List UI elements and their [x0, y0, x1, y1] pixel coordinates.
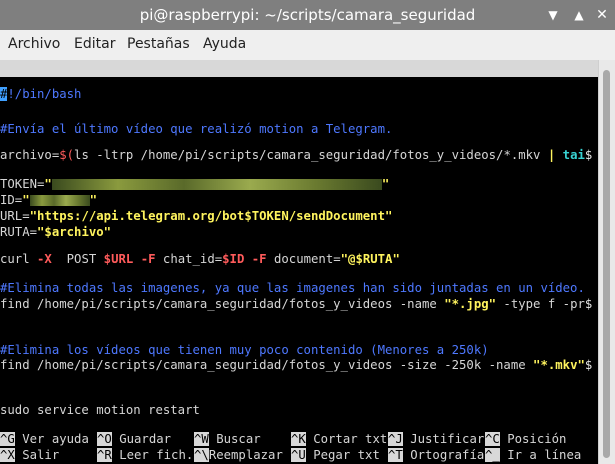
- shortcut-salir[interactable]: ^X Salir: [0, 447, 59, 464]
- redacted-token: [51, 179, 382, 190]
- terminal-area[interactable]: GNU nano 3.2 enviar_video.sh #!/bin/bash…: [0, 60, 598, 464]
- code-line-ruta: RUTA="$archivo": [0, 225, 112, 239]
- shortcut-pegar-txt[interactable]: ^U Pegar txt: [291, 447, 380, 464]
- shortcut-posicion[interactable]: ^C Posición: [485, 431, 566, 448]
- redacted-id: [29, 195, 90, 206]
- close-icon[interactable]: ✕: [594, 7, 610, 23]
- code-line-url: URL="https://api.telegram.org/bot$TOKEN/…: [0, 209, 393, 223]
- code-line-archivo: archivo=$(ls -ltrp /home/pi/scripts/cama…: [0, 148, 593, 162]
- shortcut-reemplazar[interactable]: ^\Reemplazar: [194, 447, 283, 464]
- menu-pestanas[interactable]: Pestañas: [127, 36, 190, 52]
- code-line-comment2: #Elimina todas las imagenes, ya que las …: [0, 281, 585, 295]
- code-line-shebang: #!/bin/bash: [0, 87, 82, 101]
- shortcut-ortografia[interactable]: ^T Ortografía: [388, 447, 484, 464]
- menu-archivo[interactable]: Archivo: [8, 36, 60, 52]
- shortcut-cortar-txt[interactable]: ^K Cortar txt: [291, 431, 387, 448]
- shortcut-buscar[interactable]: ^W Buscar: [194, 431, 261, 448]
- code-line-comment1: #Envía el último vídeo que realizó motio…: [0, 122, 393, 136]
- code-line-token: TOKEN=" ": [0, 177, 390, 191]
- shortcut-ir-a-linea[interactable]: ^_ Ir a línea: [485, 447, 581, 464]
- window-titlebar: pi@raspberrypi: ~/scripts/camara_segurid…: [0, 0, 615, 30]
- minimize-icon[interactable]: ▼: [545, 7, 561, 23]
- shortcut-leer-fich[interactable]: ^R Leer fich.: [97, 447, 193, 464]
- code-line-find2: find /home/pi/scripts/camara_seguridad/f…: [0, 358, 593, 372]
- menu-bar: Archivo Editar Pestañas Ayuda: [0, 30, 615, 60]
- nano-header: GNU nano 3.2 enviar_video.sh: [0, 60, 598, 109]
- shortcut-justificar[interactable]: ^J Justificar: [388, 431, 484, 448]
- maximize-icon[interactable]: ▲: [571, 7, 587, 23]
- code-line-sudo: sudo service motion restart: [0, 403, 200, 417]
- window-title: pi@raspberrypi: ~/scripts/camara_segurid…: [139, 6, 476, 24]
- menu-ayuda[interactable]: Ayuda: [203, 36, 246, 52]
- menu-editar[interactable]: Editar: [74, 36, 115, 52]
- code-line-curl: curl -X POST $URL -F chat_id=$ID -F docu…: [0, 252, 400, 266]
- scrollbar-thumb[interactable]: [603, 70, 610, 458]
- terminal-scrollbar[interactable]: [598, 60, 615, 464]
- code-line-id: ID=" ": [0, 193, 98, 207]
- code-line-find1: find /home/pi/scripts/camara_seguridad/f…: [0, 297, 593, 311]
- shortcut-guardar[interactable]: ^O Guardar: [97, 431, 171, 448]
- shortcut-ver-ayuda[interactable]: ^G Ver ayuda: [0, 431, 89, 448]
